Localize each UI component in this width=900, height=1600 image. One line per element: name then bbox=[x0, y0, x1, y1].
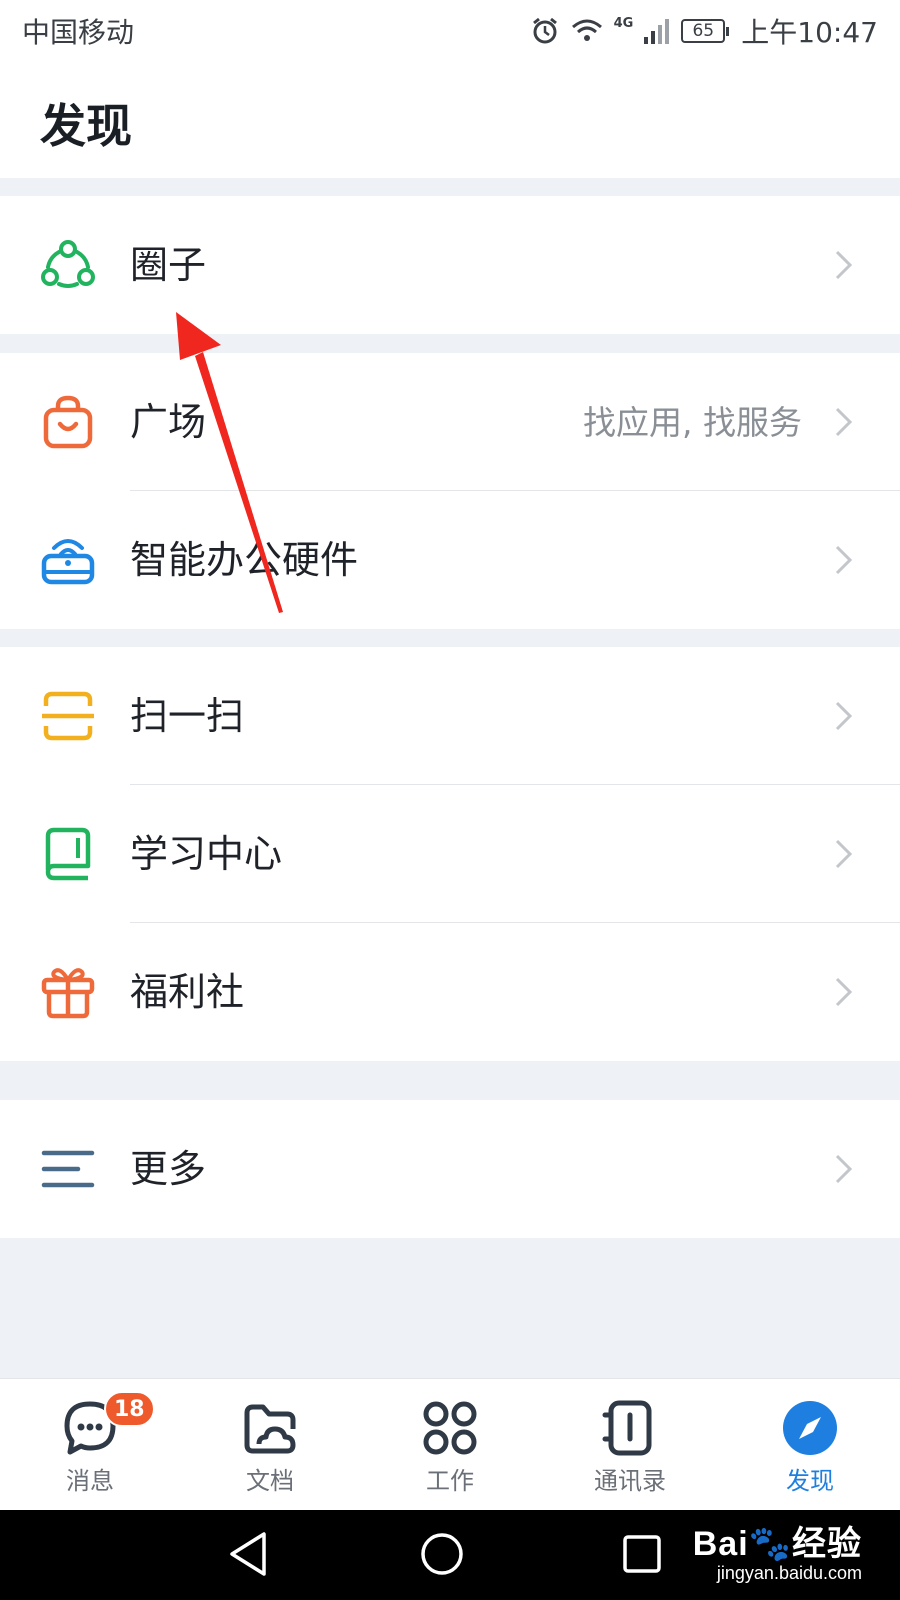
chevron-right-icon bbox=[835, 701, 853, 731]
chevron-right-icon bbox=[835, 545, 853, 575]
wifi-icon bbox=[571, 19, 602, 41]
network-type: 4G bbox=[613, 15, 634, 31]
tab-discover[interactable]: 发现 bbox=[720, 1379, 900, 1510]
list-item-label: 扫一扫 bbox=[130, 694, 245, 738]
grid-icon bbox=[423, 1401, 477, 1455]
list-item-learning-center[interactable]: 学习中心 bbox=[0, 785, 900, 923]
list-item-label: 福利社 bbox=[130, 970, 245, 1014]
tab-label: 文档 bbox=[246, 1467, 294, 1495]
shopping-bag-icon bbox=[43, 395, 93, 449]
list-group: 圈子 bbox=[0, 196, 900, 334]
signal-icon bbox=[644, 19, 670, 44]
folder-icon bbox=[244, 1404, 296, 1454]
watermark: Bai🐾经验 jingyan.baidu.com bbox=[693, 1516, 862, 1584]
scan-icon bbox=[42, 691, 94, 741]
circle-group-icon bbox=[41, 240, 95, 288]
page-header: 发现 bbox=[0, 62, 900, 178]
smart-device-icon bbox=[41, 539, 95, 585]
chevron-right-icon bbox=[835, 839, 853, 869]
list-item-label: 广场 bbox=[130, 400, 207, 444]
system-navigation-bar: Bai🐾经验 jingyan.baidu.com bbox=[0, 1510, 900, 1600]
chevron-right-icon bbox=[835, 1154, 853, 1184]
list-item-plaza[interactable]: 广场 找应用, 找服务 bbox=[0, 353, 900, 491]
battery-level: 65 bbox=[692, 21, 715, 41]
back-icon[interactable] bbox=[226, 1530, 270, 1578]
clock: 上午10:47 bbox=[741, 16, 878, 49]
recent-apps-icon[interactable] bbox=[620, 1530, 664, 1578]
battery-icon: 65 bbox=[681, 19, 730, 43]
list-group: 扫一扫 学习中心 福利社 bbox=[0, 647, 900, 1061]
watermark-brand: Bai🐾经验 bbox=[692, 1525, 862, 1563]
list-item-scan[interactable]: 扫一扫 bbox=[0, 647, 900, 785]
tab-label: 发现 bbox=[786, 1467, 834, 1495]
tab-label: 通讯录 bbox=[594, 1467, 666, 1495]
tab-contacts[interactable]: 通讯录 bbox=[540, 1379, 720, 1510]
contacts-book-icon bbox=[602, 1400, 652, 1456]
tab-work[interactable]: 工作 bbox=[360, 1379, 540, 1510]
menu-icon bbox=[41, 1150, 95, 1188]
list-item-welfare[interactable]: 福利社 bbox=[0, 923, 900, 1061]
tab-documents[interactable]: 文档 bbox=[180, 1379, 360, 1510]
list-item-circle[interactable]: 圈子 bbox=[0, 196, 900, 334]
chevron-right-icon bbox=[835, 977, 853, 1007]
list-item-smart-hardware[interactable]: 智能办公硬件 bbox=[0, 491, 900, 629]
gift-icon bbox=[41, 968, 95, 1019]
list-group: 广场 找应用, 找服务 智能办公硬件 bbox=[0, 353, 900, 629]
list-item-label: 更多 bbox=[130, 1147, 207, 1191]
home-icon[interactable] bbox=[418, 1530, 466, 1578]
tab-label: 工作 bbox=[426, 1467, 474, 1495]
chevron-right-icon bbox=[835, 407, 853, 437]
watermark-url: jingyan.baidu.com bbox=[716, 1563, 862, 1583]
list-item-label: 圈子 bbox=[130, 243, 207, 287]
tab-messages[interactable]: 18 消息 bbox=[0, 1379, 180, 1510]
list-item-more[interactable]: 更多 bbox=[0, 1100, 900, 1238]
compass-icon bbox=[783, 1401, 837, 1455]
list-item-label: 学习中心 bbox=[130, 832, 283, 876]
alarm-clock-icon bbox=[532, 17, 557, 44]
chevron-right-icon bbox=[835, 250, 853, 280]
unread-badge: 18 bbox=[104, 1391, 155, 1427]
list-item-label: 智能办公硬件 bbox=[130, 538, 359, 582]
page-title: 发现 bbox=[40, 99, 132, 153]
list-group: 更多 bbox=[0, 1100, 900, 1238]
book-icon bbox=[45, 827, 91, 881]
bottom-tab-bar: 18 消息 文档 工作 通讯录 发现 bbox=[0, 1378, 900, 1510]
list-item-subtitle: 找应用, 找服务 bbox=[583, 403, 802, 442]
status-bar: 中国移动 4G 65 上午10:47 bbox=[0, 0, 900, 62]
tab-label: 消息 bbox=[66, 1467, 114, 1495]
status-icons: 4G 65 上午10:47 bbox=[530, 11, 878, 51]
carrier-name: 中国移动 bbox=[22, 16, 135, 49]
